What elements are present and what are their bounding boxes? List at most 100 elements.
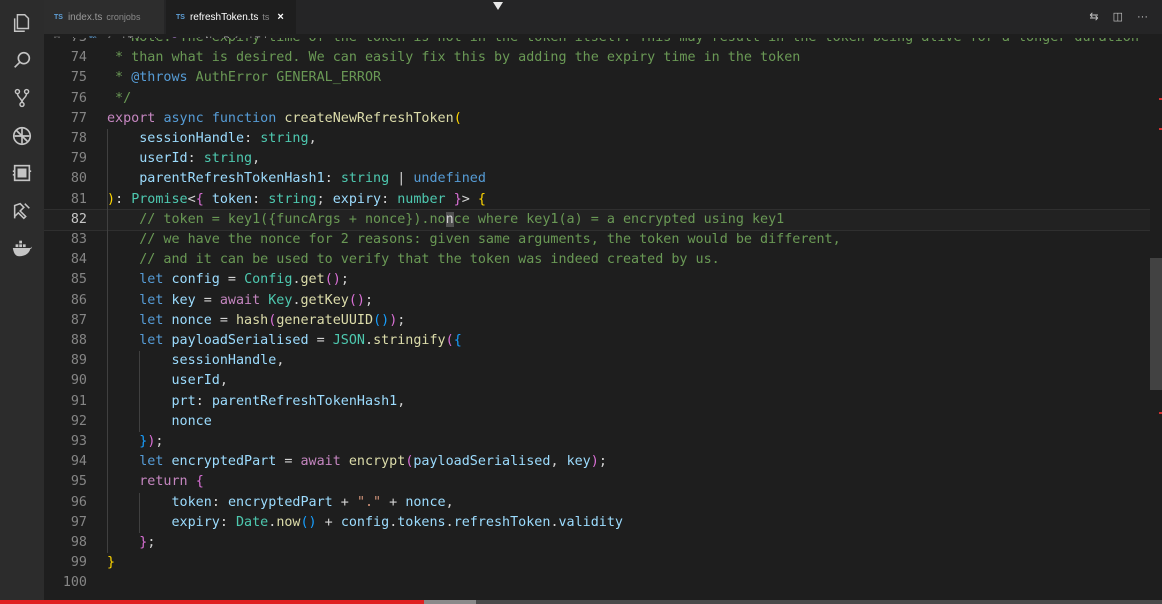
tab-bar: TS index.ts cronjobs TS refreshToken.ts …	[44, 0, 1162, 34]
video-buffered-bar	[424, 600, 476, 604]
code-line[interactable]: 92 nonce	[44, 412, 1150, 432]
code-line[interactable]: 80 parentRefreshTokenHash1: string | und…	[44, 169, 1150, 189]
code-text: // token = key1({funcArgs + nonce}).nonc…	[107, 210, 784, 230]
split-editor-icon[interactable]: ◫	[1113, 10, 1123, 24]
line-number: 100	[62, 575, 87, 591]
line-number: 96	[70, 494, 87, 510]
more-actions-icon[interactable]: ···	[1137, 10, 1148, 24]
close-tab-icon[interactable]: ×	[277, 11, 283, 23]
code-line[interactable]: 76 */	[44, 89, 1150, 109]
code-token: sessionHandle	[171, 353, 277, 369]
code-line[interactable]: 88 let payloadSerialised = JSON.stringif…	[44, 331, 1150, 351]
code-token: >	[461, 191, 478, 207]
line-number: 86	[70, 292, 87, 308]
code-line[interactable]: 87 let nonce = hash(generateUUID());	[44, 311, 1150, 331]
code-token: ;	[316, 191, 333, 207]
code-token: Date	[236, 514, 269, 530]
source-control-icon[interactable]	[10, 86, 34, 110]
code-text: prt: parentRefreshTokenHash1,	[107, 392, 406, 412]
code-line[interactable]: 75 * @throws AuthError GENERAL_ERROR	[44, 68, 1150, 88]
code-line[interactable]: 85 let config = Config.get();	[44, 270, 1150, 290]
code-line[interactable]: 93 });	[44, 432, 1150, 452]
code-line[interactable]: 95 return {	[44, 472, 1150, 492]
code-line[interactable]: 83 // we have the nonce for 2 reasons: g…	[44, 230, 1150, 250]
code-line[interactable]: 78 sessionHandle: string,	[44, 129, 1150, 149]
code-token: ,	[550, 454, 567, 470]
current-code-line[interactable]: 82 // token = key1({funcArgs + nonce}).n…	[44, 208, 1150, 231]
search-icon[interactable]	[10, 48, 34, 72]
code-token: getKey	[300, 292, 349, 308]
line-number: 97	[70, 514, 87, 530]
docker-icon[interactable]	[10, 236, 34, 260]
video-progress-bar[interactable]	[0, 600, 1162, 604]
code-line[interactable]: 99}	[44, 553, 1150, 573]
code-line[interactable]: 73 * Note: The expiry time of the token …	[44, 38, 1150, 48]
code-token: =	[276, 454, 301, 470]
code-token: parentRefreshTokenHash1	[211, 393, 398, 409]
code-token: function	[211, 110, 277, 126]
line-number: 94	[70, 454, 87, 470]
code-token: export	[107, 110, 156, 126]
code-token: {	[195, 191, 204, 207]
code-line[interactable]: 97 expiry: Date.now() + config.tokens.re…	[44, 513, 1150, 533]
code-line[interactable]: 98 };	[44, 533, 1150, 553]
code-line[interactable]: 84 // and it can be used to verify that …	[44, 250, 1150, 270]
line-number: 80	[70, 171, 87, 187]
code-token: userId	[171, 373, 220, 389]
tab-refreshtoken-ts[interactable]: TS refreshToken.ts ts ×	[166, 0, 296, 34]
code-line[interactable]: 90 userId,	[44, 371, 1150, 391]
code-editor[interactable]: 73 * Note: The expiry time of the token …	[44, 38, 1150, 600]
code-token: async	[163, 110, 204, 126]
code-text: };	[107, 533, 155, 553]
code-line[interactable]: 74 * than what is desired. We can easily…	[44, 48, 1150, 68]
code-token: :	[252, 191, 269, 207]
code-token: "."	[356, 494, 382, 510]
code-line[interactable]: 89 sessionHandle,	[44, 351, 1150, 371]
editor-scrollbar[interactable]	[1150, 46, 1162, 600]
code-line[interactable]: 79 userId: string,	[44, 149, 1150, 169]
code-line[interactable]: 81): Promise<{ token: string; expiry: nu…	[44, 190, 1150, 210]
line-number: 77	[70, 110, 87, 126]
code-token: (	[453, 110, 462, 126]
code-token: await	[219, 292, 261, 308]
code-token: *	[107, 70, 132, 86]
code-token: expiry	[332, 191, 382, 207]
code-token: let	[139, 272, 164, 288]
code-token: tokens	[397, 514, 446, 530]
code-token: {	[477, 191, 486, 207]
code-token: +	[381, 494, 406, 510]
code-line[interactable]: 100	[44, 573, 1150, 593]
debug-icon[interactable]	[10, 124, 34, 148]
code-line[interactable]: 94 let encryptedPart = await encrypt(pay…	[44, 452, 1150, 472]
code-text: let nonce = hash(generateUUID());	[107, 311, 405, 331]
scrollbar-thumb[interactable]	[1150, 258, 1162, 390]
code-token: =	[211, 312, 236, 328]
line-number: 88	[70, 333, 87, 348]
files-icon[interactable]	[10, 11, 34, 35]
code-text: let payloadSerialised = JSON.stringify({	[107, 331, 462, 351]
tab-index-ts[interactable]: TS index.ts cronjobs	[44, 0, 164, 34]
code-token: ,	[219, 373, 228, 389]
code-token: :	[381, 191, 398, 207]
code-token: // and it can be used to verify that the…	[139, 252, 720, 268]
open-changes-icon[interactable]: ⇆	[1089, 10, 1098, 24]
line-number: 95	[70, 474, 87, 490]
code-token: }	[107, 555, 116, 571]
code-line[interactable]: 96 token: encryptedPart + "." + nonce,	[44, 493, 1150, 513]
code-line[interactable]: 86 let key = await Key.getKey();	[44, 291, 1150, 311]
remote-explorer-icon[interactable]	[10, 199, 34, 223]
code-token: return	[139, 474, 188, 490]
code-line[interactable]: 91 prt: parentRefreshTokenHash1,	[44, 392, 1150, 412]
code-text: sessionHandle: string,	[107, 129, 316, 149]
code-token: nonce	[405, 494, 446, 510]
code-token: createNewRefreshToken	[284, 110, 454, 126]
code-text: */	[107, 89, 131, 109]
code-text: token: encryptedPart + "." + nonce,	[107, 493, 454, 513]
code-line[interactable]: 77 export async function createNewRefresh…	[44, 109, 1150, 129]
code-token: ;	[397, 312, 406, 328]
extensions-icon[interactable]	[10, 161, 34, 185]
